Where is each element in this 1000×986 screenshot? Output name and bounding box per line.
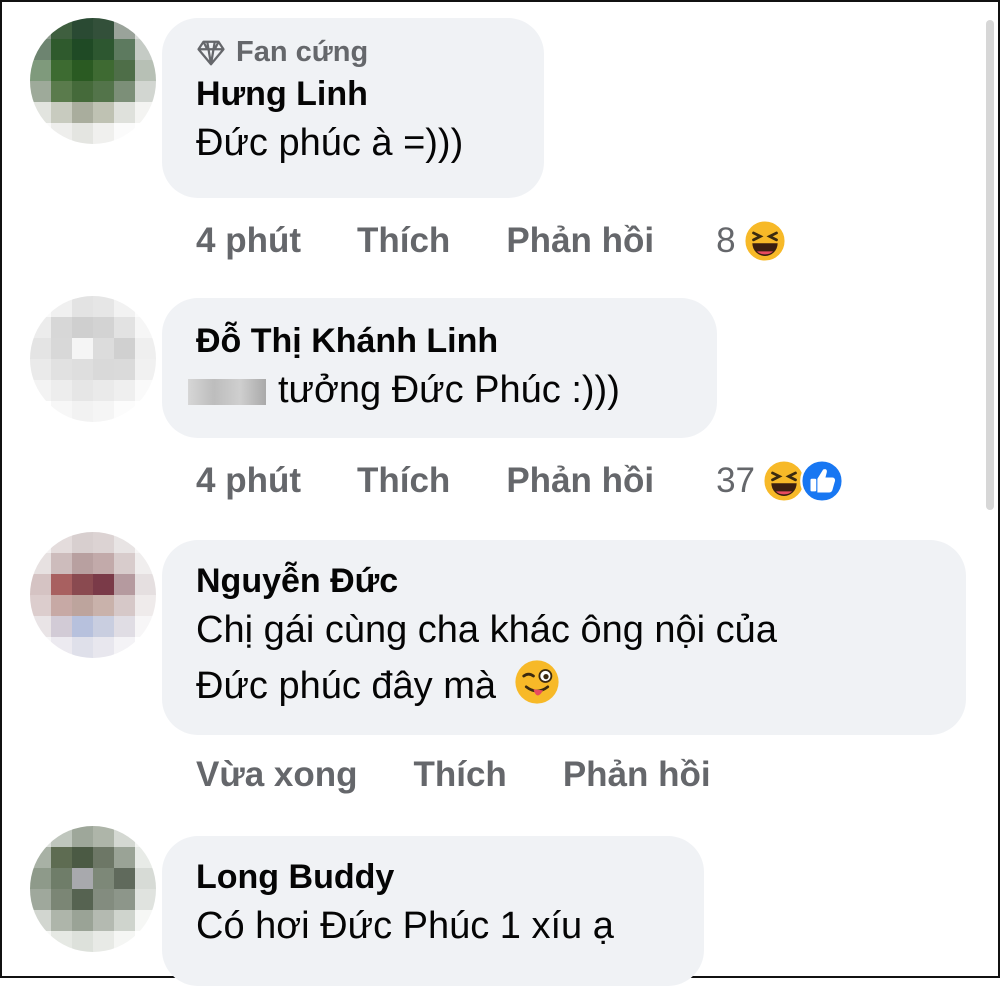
scrollbar[interactable] (986, 20, 994, 510)
avatar[interactable] (30, 826, 156, 952)
diamond-icon (197, 40, 225, 65)
like-button[interactable]: Thích (357, 461, 450, 501)
comment-text-row: tưởng Đức Phúc :))) (188, 362, 683, 418)
top-fan-badge: Fan cứng (196, 36, 510, 69)
like-reaction-icon (800, 459, 844, 503)
comment-timestamp[interactable]: Vừa xong (196, 755, 357, 795)
avatar[interactable] (30, 532, 156, 658)
like-button[interactable]: Thích (357, 221, 450, 261)
comment-text: Đức phúc đây mà (196, 665, 497, 707)
badge-label: Fan cứng (236, 36, 369, 68)
reaction-summary[interactable]: 37 (716, 458, 845, 504)
reply-button[interactable]: Phản hồi (506, 461, 654, 501)
comment-text: Đức phúc à =))) (196, 122, 464, 164)
comment-bubble: Đỗ Thị Khánh Linh tưởng Đức Phúc :))) (162, 298, 717, 438)
winking-tongue-emoji-icon (514, 660, 559, 704)
comment-text-row: Đức phúc đây mà (196, 658, 932, 714)
comment-actions: 4 phút Thích Phản hồi 37 (196, 458, 845, 504)
comment-bubble: Fan cứng Hưng Linh Đức phúc à =))) (162, 18, 544, 198)
comment-bubble: Nguyễn Đức Chị gái cùng cha khác ông nội… (162, 540, 966, 735)
reply-button[interactable]: Phản hồi (506, 221, 654, 261)
redacted-mention (188, 378, 266, 405)
avatar[interactable] (30, 296, 156, 422)
haha-reaction-icon (742, 219, 787, 263)
comment-timestamp[interactable]: 4 phút (196, 461, 301, 501)
like-button[interactable]: Thích (413, 755, 506, 795)
reaction-count: 37 (716, 461, 756, 500)
reaction-summary[interactable]: 8 (716, 218, 787, 264)
reaction-count: 8 (716, 221, 736, 260)
reply-button[interactable]: Phản hồi (563, 755, 711, 795)
comment-actions: Vừa xong Thích Phản hồi (196, 755, 711, 795)
comment-text: Chị gái cùng cha khác ông nội của (196, 609, 777, 651)
commenter-name[interactable]: Long Buddy (196, 856, 670, 898)
commenter-name[interactable]: Hưng Linh (196, 73, 510, 115)
commenter-name[interactable]: Đỗ Thị Khánh Linh (196, 320, 683, 362)
comment-actions: 4 phút Thích Phản hồi 8 (196, 218, 788, 264)
comment-timestamp[interactable]: 4 phút (196, 221, 301, 261)
commenter-name[interactable]: Nguyễn Đức (196, 560, 932, 602)
avatar[interactable] (30, 18, 156, 144)
comment-text: tưởng Đức Phúc :))) (278, 369, 620, 411)
comment-bubble: Long Buddy Có hơi Đức Phúc 1 xíu ạ (162, 836, 704, 986)
comment-text: Có hơi Đức Phúc 1 xíu ạ (196, 905, 614, 947)
